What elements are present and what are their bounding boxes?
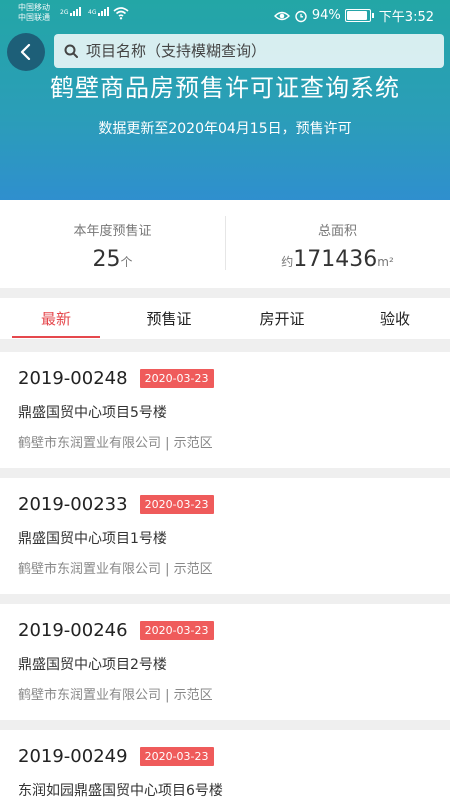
tab-latest[interactable]: 最新	[0, 298, 112, 340]
stat-permits-unit: 个	[120, 255, 133, 269]
status-bar: 中国移动 中国联通 2G 4G 94% 下午3:52	[0, 0, 450, 28]
record-card[interactable]: 2019-00248 2020-03-23 鼎盛国贸中心项目5号楼 鹤壁市东润置…	[0, 352, 450, 468]
record-card[interactable]: 2019-00246 2020-03-23 鼎盛国贸中心项目2号楼 鹤壁市东润置…	[0, 604, 450, 720]
record-number: 2019-00233	[18, 494, 128, 515]
record-number: 2019-00246	[18, 620, 128, 641]
clock: 下午3:52	[378, 10, 434, 25]
network-type-1: 2G	[60, 9, 69, 16]
search-icon	[64, 44, 78, 58]
stat-area-value: 171436	[293, 247, 378, 272]
record-date-badge: 2020-03-23	[139, 495, 214, 514]
alarm-icon	[295, 10, 307, 22]
record-meta: 鹤壁市东润置业有限公司 | 示范区	[18, 688, 213, 703]
stat-permits-value: 25	[92, 247, 121, 272]
battery-percent: 94%	[311, 8, 341, 23]
record-project-name: 鼎盛国贸中心项目2号楼	[18, 657, 167, 673]
stat-area-label: 总面积	[317, 224, 357, 239]
record-project-name: 东润如园鼎盛国贸中心项目6号楼	[18, 783, 223, 799]
search-bar[interactable]	[54, 34, 444, 68]
chevron-left-icon	[20, 44, 31, 60]
record-meta: 鹤壁市东润置业有限公司 | 示范区	[18, 562, 213, 577]
carrier-1: 中国移动	[18, 3, 50, 12]
record-number: 2019-00248	[18, 368, 128, 389]
record-project-name: 鼎盛国贸中心项目5号楼	[18, 405, 167, 421]
tab-presale[interactable]: 预售证	[113, 298, 225, 340]
back-button[interactable]	[7, 33, 45, 71]
page-subtitle: 数据更新至2020年04月15日，预售许可	[98, 121, 352, 137]
battery-icon	[344, 9, 374, 22]
signal-icon: 4G	[88, 7, 110, 16]
stat-permits: 本年度预售证 25个	[0, 200, 225, 288]
record-meta: 鹤壁市东润置业有限公司 | 示范区	[18, 436, 213, 451]
stats-panel: 本年度预售证 25个 总面积 约171436m²	[0, 200, 450, 288]
stat-area-unit: m²	[377, 255, 394, 269]
record-project-name: 鼎盛国贸中心项目1号楼	[18, 531, 167, 547]
wifi-icon	[113, 7, 129, 20]
stat-area: 总面积 约171436m²	[225, 200, 450, 288]
tab-acceptance[interactable]: 验收	[339, 298, 450, 340]
search-input[interactable]	[86, 42, 426, 60]
signal-icon: 2G	[60, 7, 82, 16]
header-banner: 中国移动 中国联通 2G 4G 94% 下午3:52 项目名称（支持模糊查询） …	[0, 0, 450, 200]
record-date-badge: 2020-03-23	[139, 621, 214, 640]
stat-permits-label: 本年度预售证	[73, 224, 152, 239]
battery-level	[346, 11, 368, 20]
network-type-2: 4G	[88, 9, 97, 16]
record-date-badge: 2020-03-23	[139, 369, 214, 388]
record-number: 2019-00249	[18, 746, 128, 767]
stat-area-prefix: 约	[281, 255, 294, 269]
record-card[interactable]: 2019-00233 2020-03-23 鼎盛国贸中心项目1号楼 鹤壁市东润置…	[0, 478, 450, 594]
record-card[interactable]: 2019-00249 2020-03-23 东润如园鼎盛国贸中心项目6号楼	[0, 730, 450, 800]
tab-developer[interactable]: 房开证	[226, 298, 338, 340]
carrier-2: 中国联通	[18, 13, 50, 22]
record-date-badge: 2020-03-23	[139, 747, 214, 766]
page-title: 鹤壁商品房预售许可证查询系统	[50, 74, 400, 102]
tab-bar: 最新 预售证 房开证 验收	[0, 298, 450, 340]
eye-comfort-icon	[273, 11, 290, 20]
carrier-labels: 中国移动 中国联通	[18, 3, 50, 23]
